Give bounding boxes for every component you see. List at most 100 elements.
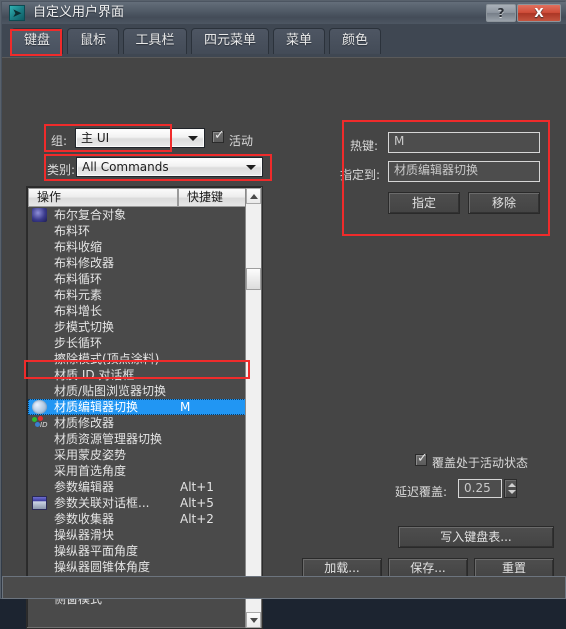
command-name: 布料增长 — [54, 304, 103, 318]
table-row[interactable]: 材质编辑器切换 M — [28, 399, 246, 415]
customize-ui-window: ➤ 自定义用户界面 ? X 键盘 鼠标 工具栏 四元菜单 菜单 颜色 组: 主 … — [0, 0, 566, 629]
active-checkbox-label: 活动 — [229, 134, 254, 148]
keyboard-panel: 组: 主 UI ✓ 活动 类别: All Commands 操作 快捷键 布尔复… — [2, 57, 566, 629]
assigned-to-value: 材质编辑器切换 — [388, 161, 540, 182]
window-title: 自定义用户界面 — [33, 5, 125, 20]
hotkey-label: 热键: — [350, 139, 379, 153]
scrollbar-thumb[interactable] — [246, 268, 261, 290]
command-name: 操纵器平面角度 — [54, 544, 139, 558]
table-row[interactable]: 采用蒙皮姿势 — [28, 447, 246, 463]
group-combo[interactable]: 主 UI — [75, 128, 205, 148]
group-combo-value: 主 UI — [81, 131, 110, 145]
tab-menu[interactable]: 菜单 — [273, 28, 325, 54]
table-row[interactable]: 材质 ID 对话框 — [28, 367, 246, 383]
command-name: 材质编辑器切换 — [54, 400, 139, 414]
command-name: 材质 ID 对话框 — [54, 368, 135, 382]
category-combo-value: All Commands — [82, 160, 169, 174]
table-row[interactable]: 参数关联对话框... Alt+5 — [28, 495, 246, 511]
table-row[interactable]: 操纵器圆锥体角度 — [28, 559, 246, 575]
table-row[interactable]: 布料增长 — [28, 303, 246, 319]
stepper-up-icon[interactable] — [508, 483, 516, 487]
check-icon: ✓ — [417, 451, 428, 466]
remove-button[interactable]: 移除 — [468, 192, 540, 214]
command-name: 操纵器滑块 — [54, 528, 115, 542]
table-row[interactable]: 布料环 — [28, 223, 246, 239]
delay-override-input[interactable]: 0.25 — [458, 479, 502, 498]
help-button[interactable]: ? — [486, 4, 516, 22]
command-name: 布料修改器 — [54, 256, 115, 270]
table-row[interactable]: 参数收集器 Alt+2 — [28, 511, 246, 527]
command-name: 操纵器圆锥体角度 — [54, 560, 151, 574]
max-logo-icon: ➤ — [9, 5, 25, 21]
command-name: 布料循环 — [54, 272, 103, 286]
command-name: 材质修改器 — [54, 416, 115, 430]
column-header-shortcut[interactable]: 快捷键 — [178, 188, 246, 207]
stepper-down-icon[interactable] — [508, 490, 516, 494]
table-row[interactable]: ID 材质修改器 — [28, 415, 246, 431]
assign-button[interactable]: 指定 — [388, 192, 460, 214]
command-name: 步模式切换 — [54, 320, 115, 334]
table-row[interactable]: 参数编辑器 Alt+1 — [28, 479, 246, 495]
command-name: 参数关联对话框... — [54, 496, 150, 510]
boolean-compound-icon — [32, 208, 47, 222]
command-name: 布料收缩 — [54, 240, 103, 254]
tab-mouse[interactable]: 鼠标 — [67, 28, 119, 54]
parameter-wire-icon — [32, 496, 47, 510]
chevron-down-icon — [246, 165, 256, 170]
table-row[interactable]: 布尔复合对象 — [28, 207, 246, 223]
write-keyboard-chart-button[interactable]: 写入键盘表... — [398, 526, 554, 548]
tab-keyboard[interactable]: 键盘 — [11, 28, 63, 54]
close-button[interactable]: X — [517, 4, 561, 22]
command-list-header: 操作 快捷键 — [28, 188, 246, 207]
table-row[interactable]: 布料循环 — [28, 271, 246, 287]
tab-quad-menu[interactable]: 四元菜单 — [191, 28, 269, 54]
category-label: 类别: — [47, 163, 76, 177]
command-name: 步长循环 — [54, 336, 103, 350]
table-row[interactable]: 步模式切换 — [28, 319, 246, 335]
title-bar: ➤ 自定义用户界面 ? X — [2, 2, 566, 24]
status-bar — [2, 576, 566, 599]
table-row[interactable]: 布料收缩 — [28, 239, 246, 255]
check-icon: ✓ — [214, 128, 225, 143]
command-list[interactable]: 操作 快捷键 布尔复合对象 布料环布料收缩布料修改器布料循环布料元素布料增长步模式… — [26, 186, 263, 629]
group-label: 组: — [51, 134, 68, 148]
command-name: 布料环 — [54, 224, 91, 238]
assigned-to-label: 指定到: — [340, 168, 381, 182]
active-checkbox[interactable]: ✓ — [212, 128, 225, 143]
command-shortcut: Alt+2 — [180, 512, 214, 526]
column-header-action[interactable]: 操作 — [28, 188, 178, 207]
hotkey-input[interactable]: M — [388, 132, 540, 153]
command-name: 材质资源管理器切换 — [54, 432, 163, 446]
command-shortcut: Alt+1 — [180, 480, 214, 494]
table-row[interactable]: 擦除模式(顶点涂料) — [28, 351, 246, 367]
table-row[interactable]: 步长循环 — [28, 335, 246, 351]
override-active-checkbox[interactable]: ✓ — [415, 451, 428, 466]
scroll-down-icon[interactable] — [246, 612, 261, 628]
table-row[interactable]: 布料修改器 — [28, 255, 246, 271]
tab-toolbar[interactable]: 工具栏 — [123, 28, 187, 54]
command-name: 参数编辑器 — [54, 480, 115, 494]
tab-colors[interactable]: 颜色 — [329, 28, 381, 54]
command-shortcut: M — [180, 400, 191, 414]
command-name: 采用首选角度 — [54, 464, 127, 478]
override-active-label: 覆盖处于活动状态 — [432, 456, 529, 470]
table-row[interactable]: 材质资源管理器切换 — [28, 431, 246, 447]
table-row[interactable]: 操纵器平面角度 — [28, 543, 246, 559]
command-name: 材质/贴图浏览器切换 — [54, 384, 167, 398]
chevron-down-icon — [188, 136, 198, 141]
command-name: 布料元素 — [54, 288, 103, 302]
command-list-body[interactable]: 布尔复合对象 布料环布料收缩布料修改器布料循环布料元素布料增长步模式切换步长循环擦… — [28, 207, 246, 627]
command-name: 布尔复合对象 — [54, 208, 127, 222]
table-row[interactable]: 布料元素 — [28, 287, 246, 303]
table-row[interactable]: 采用首选角度 — [28, 463, 246, 479]
category-combo[interactable]: All Commands — [76, 157, 263, 177]
tab-strip: 键盘 鼠标 工具栏 四元菜单 菜单 颜色 — [2, 24, 566, 57]
command-name: 参数收集器 — [54, 512, 115, 526]
scroll-up-icon[interactable] — [246, 188, 261, 204]
command-shortcut: Alt+5 — [180, 496, 214, 510]
delay-override-stepper[interactable] — [504, 479, 517, 498]
material-modifier-icon: ID — [32, 416, 47, 430]
table-row[interactable]: 材质/贴图浏览器切换 — [28, 383, 246, 399]
command-list-scrollbar[interactable] — [245, 188, 261, 628]
table-row[interactable]: 操纵器滑块 — [28, 527, 246, 543]
